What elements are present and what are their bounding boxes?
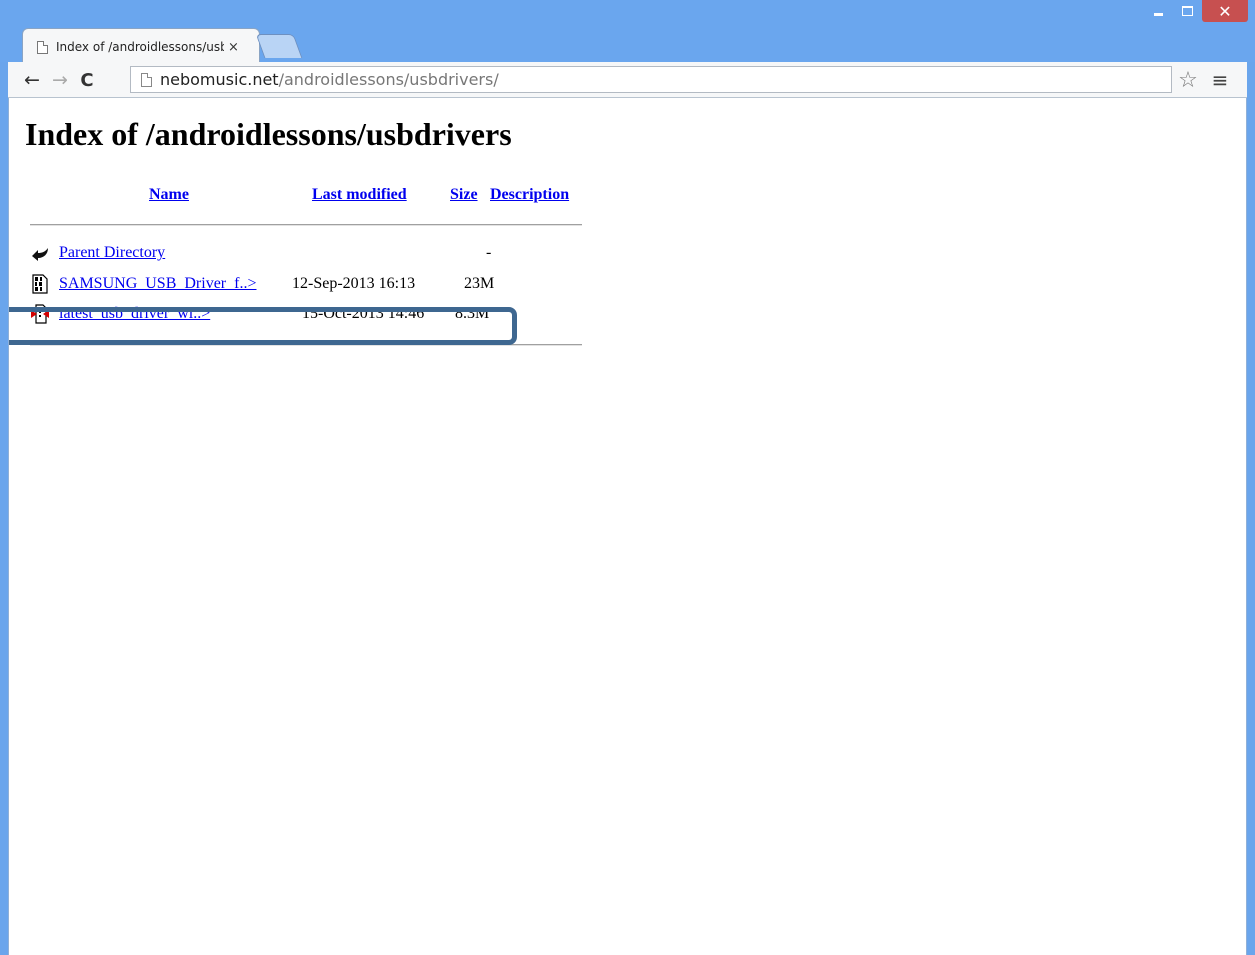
chrome-menu-button[interactable]: ≡ bbox=[1207, 67, 1233, 93]
tab-title: Index of /androidlessons/usbdrivers/ bbox=[56, 40, 224, 54]
forward-button[interactable]: → bbox=[48, 68, 72, 92]
back-arrow-icon: ← bbox=[24, 69, 40, 91]
hamburger-menu-icon: ≡ bbox=[1211, 68, 1229, 92]
list-item: latest_usb_driver_wi..> 15-Oct-2013 14:4… bbox=[27, 304, 587, 326]
bookmark-star-button[interactable]: ☆ bbox=[1175, 67, 1201, 93]
minimize-icon bbox=[1154, 12, 1163, 16]
tab-close-icon[interactable]: × bbox=[228, 40, 239, 55]
footer-divider bbox=[30, 344, 582, 346]
maximize-icon bbox=[1182, 6, 1193, 16]
url-text: nebomusic.net/androidlessons/usbdrivers/ bbox=[160, 70, 499, 89]
close-icon: ✕ bbox=[1218, 1, 1232, 21]
column-header-size[interactable]: Size bbox=[450, 186, 478, 204]
star-icon: ☆ bbox=[1178, 67, 1198, 93]
page-icon bbox=[37, 40, 48, 54]
browser-tab[interactable]: Index of /androidlessons/usbdrivers/ × bbox=[22, 28, 260, 62]
file-link[interactable]: Parent Directory bbox=[59, 244, 165, 262]
page-viewport: Index of /androidlessons/usbdrivers Name… bbox=[8, 98, 1247, 955]
window-controls: ✕ bbox=[1144, 0, 1255, 28]
column-header-last-modified[interactable]: Last modified bbox=[312, 186, 407, 204]
browser-toolbar: ← → C nebomusic.net/androidlessons/usbdr… bbox=[8, 62, 1247, 98]
list-item: Parent Directory - bbox=[27, 243, 587, 265]
column-header-name[interactable]: Name bbox=[149, 186, 189, 204]
file-date: 15-Oct-2013 14:46 bbox=[302, 305, 425, 322]
back-arrow-icon bbox=[32, 248, 48, 261]
file-size: - bbox=[486, 244, 492, 261]
reload-button[interactable]: C bbox=[75, 68, 99, 92]
back-button[interactable]: ← bbox=[20, 68, 44, 92]
page-icon bbox=[141, 72, 152, 87]
new-tab-button[interactable] bbox=[255, 34, 303, 58]
forward-arrow-icon: → bbox=[52, 69, 68, 91]
file-link[interactable]: latest_usb_driver_wi..> bbox=[59, 305, 210, 323]
list-item: SAMSUNG_USB_Driver_f..> 12-Sep-2013 16:1… bbox=[27, 274, 587, 296]
header-divider bbox=[30, 224, 582, 226]
reload-icon: C bbox=[80, 69, 94, 91]
address-bar[interactable]: nebomusic.net/androidlessons/usbdrivers/ bbox=[130, 66, 1172, 93]
minimize-button[interactable] bbox=[1144, 0, 1173, 22]
window-titlebar: Index of /androidlessons/usbdrivers/ × ✕ bbox=[0, 0, 1255, 62]
url-path: /androidlessons/usbdrivers/ bbox=[278, 70, 499, 89]
page-title: Index of /androidlessons/usbdrivers bbox=[25, 116, 512, 152]
column-header-description[interactable]: Description bbox=[490, 186, 569, 204]
binary-file-icon bbox=[32, 274, 48, 294]
maximize-button[interactable] bbox=[1173, 0, 1202, 22]
file-date: 12-Sep-2013 16:13 bbox=[292, 275, 416, 292]
url-host: nebomusic.net bbox=[160, 70, 279, 89]
file-size: 23M bbox=[464, 275, 495, 292]
compressed-file-icon bbox=[31, 304, 49, 324]
close-window-button[interactable]: ✕ bbox=[1202, 0, 1248, 22]
file-link[interactable]: SAMSUNG_USB_Driver_f..> bbox=[59, 275, 256, 293]
file-size: 8.3M bbox=[455, 305, 490, 322]
